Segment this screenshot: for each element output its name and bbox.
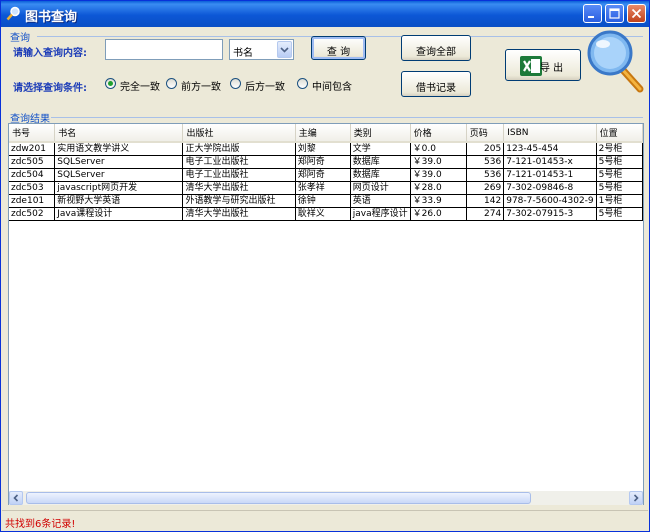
results-table: 书号 书名 出版社 主编 类别 价格 页码 ISBN 位置 zdw201 实用语文…: [9, 124, 643, 221]
results-group-divider: [51, 117, 643, 118]
radio-exact-match[interactable]: 完全一致: [105, 77, 161, 93]
close-icon: [631, 8, 642, 19]
table-row[interactable]: zdc503 javascript网页开发 清华大学出版社 张孝祥 网页设计 ￥28.…: [9, 181, 643, 195]
query-button[interactable]: 查 询: [311, 36, 366, 60]
maximize-button[interactable]: [605, 4, 624, 23]
chevron-right-icon: [633, 494, 639, 502]
magnifier-icon: [587, 30, 644, 93]
status-text: 共找到6条记录!: [5, 519, 76, 530]
horizontal-scrollbar[interactable]: [9, 491, 643, 505]
minimize-button[interactable]: [583, 4, 602, 23]
search-field-dropdown-button[interactable]: [277, 41, 292, 58]
query-group-label: 查询: [10, 33, 30, 44]
magnifier-app-icon: [6, 6, 20, 21]
radio-unselected-icon: [297, 78, 308, 89]
column-header-publisher[interactable]: 出版社: [182, 124, 296, 143]
radio-contains-match[interactable]: 中间包含: [297, 77, 353, 93]
window-title: 图书查询: [25, 10, 78, 25]
column-header-pages[interactable]: 页码: [466, 124, 505, 143]
book-query-window: 图书查询 查询 请输入查询内容: 书名 查 询 查询全部 借书记录 导 出 请选…: [0, 0, 650, 532]
column-header-category[interactable]: 类别: [350, 124, 411, 143]
results-header-row: 书号 书名 出版社 主编 类别 价格 页码 ISBN 位置: [9, 124, 643, 143]
search-field-value: 书名: [233, 48, 253, 59]
chevron-down-icon: [280, 47, 289, 53]
table-row[interactable]: zdc502 Java课程设计 清华大学出版社 耿祥义 java程序设计 ￥26.0 …: [9, 207, 643, 221]
query-condition-label: 请选择查询条件:: [13, 83, 87, 94]
borrow-records-button[interactable]: 借书记录: [401, 71, 471, 97]
column-header-price[interactable]: 价格: [410, 124, 467, 143]
table-row[interactable]: zdw201 实用语文教学讲义 正大学院出版 刘黎 文学 ￥0.0 205 123-45…: [9, 142, 643, 156]
export-button[interactable]: 导 出: [505, 49, 581, 81]
close-button[interactable]: [627, 4, 646, 23]
results-grid[interactable]: 书号 书名 出版社 主编 类别 价格 页码 ISBN 位置 zdw201 实用语文…: [8, 123, 644, 505]
scroll-left-button[interactable]: [9, 491, 23, 505]
radio-prefix-match[interactable]: 前方一致: [166, 77, 222, 93]
title-bar[interactable]: 图书查询: [1, 1, 649, 27]
scroll-thumb[interactable]: [26, 492, 531, 504]
column-header-editor[interactable]: 主编: [295, 124, 351, 143]
maximize-icon: [609, 8, 620, 19]
search-input[interactable]: [105, 39, 223, 60]
excel-icon: [520, 56, 542, 76]
status-bar: 共找到6条记录!: [2, 510, 648, 530]
minimize-icon: [588, 16, 594, 18]
radio-selected-icon: [105, 78, 116, 89]
radio-unselected-icon: [166, 78, 177, 89]
chevron-left-icon: [13, 494, 19, 502]
column-header-book-id[interactable]: 书号: [9, 124, 56, 143]
scroll-right-button[interactable]: [629, 491, 643, 505]
column-header-isbn[interactable]: ISBN: [503, 124, 597, 143]
column-header-title[interactable]: 书名: [54, 124, 184, 143]
search-field-select[interactable]: 书名: [229, 39, 294, 60]
table-row[interactable]: zdc504 SQLServer 电子工业出版社 郑阿奇 数据库 ￥39.0 536 7…: [9, 168, 643, 182]
radio-suffix-match[interactable]: 后方一致: [230, 77, 286, 93]
query-content-label: 请输入查询内容:: [13, 48, 87, 59]
table-row[interactable]: zde101 新视野大学英语 外语教学与研究出版社 徐钟 英语 ￥33.9 142 97…: [9, 194, 643, 208]
table-row[interactable]: zdc505 SQLServer 电子工业出版社 郑阿奇 数据库 ￥39.0 536 7…: [9, 155, 643, 169]
radio-unselected-icon: [230, 78, 241, 89]
query-all-button[interactable]: 查询全部: [401, 35, 471, 61]
column-header-location[interactable]: 位置: [596, 124, 643, 143]
